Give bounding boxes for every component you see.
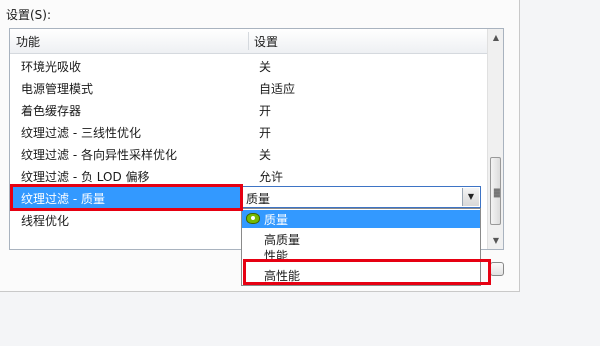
feature-cell: 纹理过滤 - 质量: [21, 192, 105, 206]
setting-cell: 自适应: [259, 82, 296, 96]
table-row[interactable]: 纹理过滤 - 三线性优化 开: [10, 121, 487, 143]
side-button[interactable]: [490, 262, 504, 276]
column-divider[interactable]: [248, 32, 249, 50]
setting-cell: 开: [259, 104, 272, 118]
table-row[interactable]: 电源管理模式 自适应: [10, 77, 487, 99]
table-row[interactable]: 环境光吸收 关: [10, 55, 487, 77]
feature-cell: 环境光吸收: [21, 60, 82, 74]
option-high-performance[interactable]: 高性能: [242, 266, 480, 284]
column-header-setting[interactable]: 设置: [254, 33, 278, 50]
setting-cell: 关: [259, 60, 272, 74]
vertical-scrollbar[interactable]: ▲ ▬ ▬ ▬ ▼: [487, 29, 503, 249]
feature-cell: 纹理过滤 - 负 LOD 偏移: [21, 170, 150, 184]
option-quality[interactable]: 质量: [242, 210, 480, 228]
table-row[interactable]: 纹理过滤 - 负 LOD 偏移 允许: [10, 165, 487, 187]
option-label: 质量: [264, 213, 289, 227]
feature-cell: 着色缓存器: [21, 104, 82, 118]
quality-dropdown-list: 质量 高质量 性能 高性能: [241, 208, 481, 286]
table-row[interactable]: 纹理过滤 - 各向异性采样优化 关: [10, 143, 487, 165]
feature-cell: 纹理过滤 - 各向异性采样优化: [21, 148, 177, 162]
feature-cell: 线程优化: [21, 214, 70, 228]
list-header: 功能 设置: [10, 29, 487, 54]
option-label: 性能: [264, 249, 289, 263]
scroll-up-arrow-icon[interactable]: ▲: [488, 29, 503, 46]
feature-cell: 纹理过滤 - 三线性优化: [21, 126, 141, 140]
settings-section-label: 设置(S):: [6, 8, 52, 22]
nvidia-logo-icon: [246, 213, 260, 224]
grip-icon: ▬ ▬ ▬: [493, 185, 501, 200]
option-performance[interactable]: 性能: [242, 246, 480, 264]
combobox-value: 质量: [246, 192, 271, 206]
settings-panel: 设置(S): 功能 设置 环境光吸收 关 电源管理模式 自适应 着色缓存器 开 …: [0, 0, 520, 292]
table-row[interactable]: 着色缓存器 开: [10, 99, 487, 121]
column-header-feature[interactable]: 功能: [16, 33, 40, 50]
scrollbar-thumb[interactable]: ▬ ▬ ▬: [490, 157, 501, 225]
dropdown-arrow-icon[interactable]: ▼: [462, 188, 479, 206]
scroll-down-arrow-icon[interactable]: ▼: [488, 232, 503, 249]
setting-cell: 关: [259, 148, 272, 162]
setting-cell: 允许: [259, 170, 284, 184]
feature-cell: 电源管理模式: [21, 82, 94, 96]
setting-cell: 开: [259, 126, 272, 140]
quality-combobox[interactable]: 质量 ▼: [241, 186, 481, 208]
option-label: 高性能: [264, 269, 301, 283]
